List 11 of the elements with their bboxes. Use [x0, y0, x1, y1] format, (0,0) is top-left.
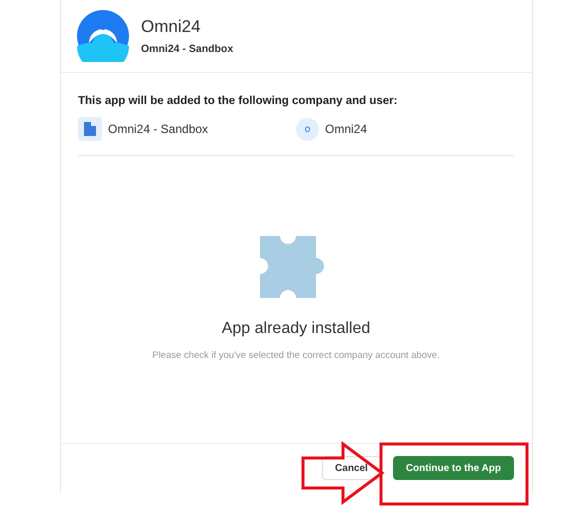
building-icon	[78, 117, 102, 141]
continue-button[interactable]: Continue to the App	[392, 456, 514, 480]
status-message: Please check if you've selected the correct company account above.	[152, 350, 440, 361]
app-name: Omni24	[141, 17, 202, 37]
account-name: Omni24 - Sandbox	[141, 43, 234, 55]
user-name: Omni24	[325, 122, 368, 136]
target-heading: This app will be added to the following company and user:	[78, 95, 398, 107]
company-name: Omni24 - Sandbox	[108, 122, 208, 136]
user-avatar: o	[296, 118, 319, 140]
status-title: App already installed	[222, 320, 370, 338]
app-logo	[77, 10, 129, 62]
